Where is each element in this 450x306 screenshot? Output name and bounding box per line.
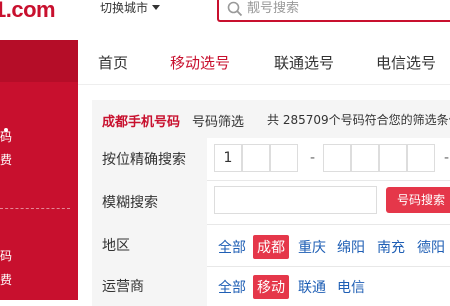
digit-input[interactable] bbox=[242, 144, 270, 172]
region-option[interactable]: 绵阳 bbox=[337, 237, 365, 257]
nav-unicom[interactable]: 联通选号 bbox=[274, 52, 334, 73]
digit-separator: - bbox=[310, 150, 316, 166]
sidebar-item[interactable]: 费 bbox=[0, 151, 12, 168]
region-option[interactable]: 重庆 bbox=[298, 237, 326, 257]
nav-telecom[interactable]: 电信选号 bbox=[376, 52, 436, 73]
number-search-button[interactable]: 号码搜索 bbox=[386, 187, 450, 213]
sidebar-item[interactable]: 码 bbox=[0, 247, 12, 264]
fuzzy-search-input[interactable] bbox=[214, 186, 377, 214]
region-option[interactable]: 德阳 bbox=[417, 237, 445, 257]
region-label: 地区 bbox=[92, 224, 207, 266]
sidebar-item[interactable]: 费 bbox=[0, 271, 12, 288]
page-subtitle: 号码筛选 bbox=[192, 115, 245, 130]
main-nav: 首页 移动选号 联通选号 电信选号 bbox=[78, 40, 450, 85]
site-logo[interactable]: 1.com bbox=[0, 0, 56, 23]
fuzzy-search-label: 模糊搜索 bbox=[92, 180, 207, 224]
search-box[interactable] bbox=[217, 0, 450, 22]
digit-input[interactable]: 1 bbox=[214, 144, 242, 172]
city-switch[interactable]: 切换城市 bbox=[100, 0, 161, 16]
sidebar-divider bbox=[0, 208, 70, 209]
carrier-option[interactable]: 联通 bbox=[298, 277, 326, 297]
fuzzy-search-row: 模糊搜索 号码搜索 bbox=[92, 180, 450, 225]
top-header: 1.com 切换城市 bbox=[0, 0, 450, 40]
region-option[interactable]: 全部 bbox=[218, 237, 246, 257]
result-count: 共 285709个号码符合您的筛选条件 bbox=[267, 113, 450, 127]
search-icon bbox=[227, 1, 243, 17]
sidebar-header bbox=[0, 40, 78, 82]
sidebar-item[interactable]: 码 bbox=[0, 128, 12, 145]
digit-separator: - bbox=[444, 150, 450, 166]
carrier-row: 运营商 全部 移动 联通 电信 bbox=[92, 266, 450, 306]
filter-panel: 成都手机号码 号码筛选 共 285709个号码符合您的筛选条件 按位精确搜索 1… bbox=[92, 100, 450, 306]
precise-search-label: 按位精确搜索 bbox=[92, 138, 207, 180]
digit-input[interactable] bbox=[351, 144, 379, 172]
carrier-option-selected[interactable]: 移动 bbox=[253, 275, 289, 299]
region-option[interactable]: 南充 bbox=[377, 237, 405, 257]
search-input[interactable] bbox=[247, 0, 447, 17]
nav-mobile[interactable]: 移动选号 bbox=[170, 52, 230, 73]
precise-search-row: 按位精确搜索 1 - - bbox=[92, 138, 450, 181]
digit-input[interactable] bbox=[407, 144, 435, 172]
chevron-down-icon bbox=[152, 5, 161, 10]
nav-home[interactable]: 首页 bbox=[98, 52, 128, 73]
region-option-selected[interactable]: 成都 bbox=[253, 235, 289, 259]
carrier-label: 运营商 bbox=[92, 266, 207, 306]
region-row: 地区 全部 成都 重庆 绵阳 南充 德阳 bbox=[92, 224, 450, 267]
city-switch-label: 切换城市 bbox=[100, 1, 149, 15]
digit-input[interactable] bbox=[323, 144, 351, 172]
digit-input[interactable] bbox=[270, 144, 298, 172]
sidebar: 码 费 码 费 bbox=[0, 40, 78, 300]
digit-input[interactable] bbox=[379, 144, 407, 172]
breadcrumb: 成都手机号码 号码筛选 共 285709个号码符合您的筛选条件 bbox=[92, 100, 450, 138]
page-title[interactable]: 成都手机号码 bbox=[102, 111, 180, 130]
carrier-option[interactable]: 电信 bbox=[337, 277, 365, 297]
carrier-option[interactable]: 全部 bbox=[218, 277, 246, 297]
